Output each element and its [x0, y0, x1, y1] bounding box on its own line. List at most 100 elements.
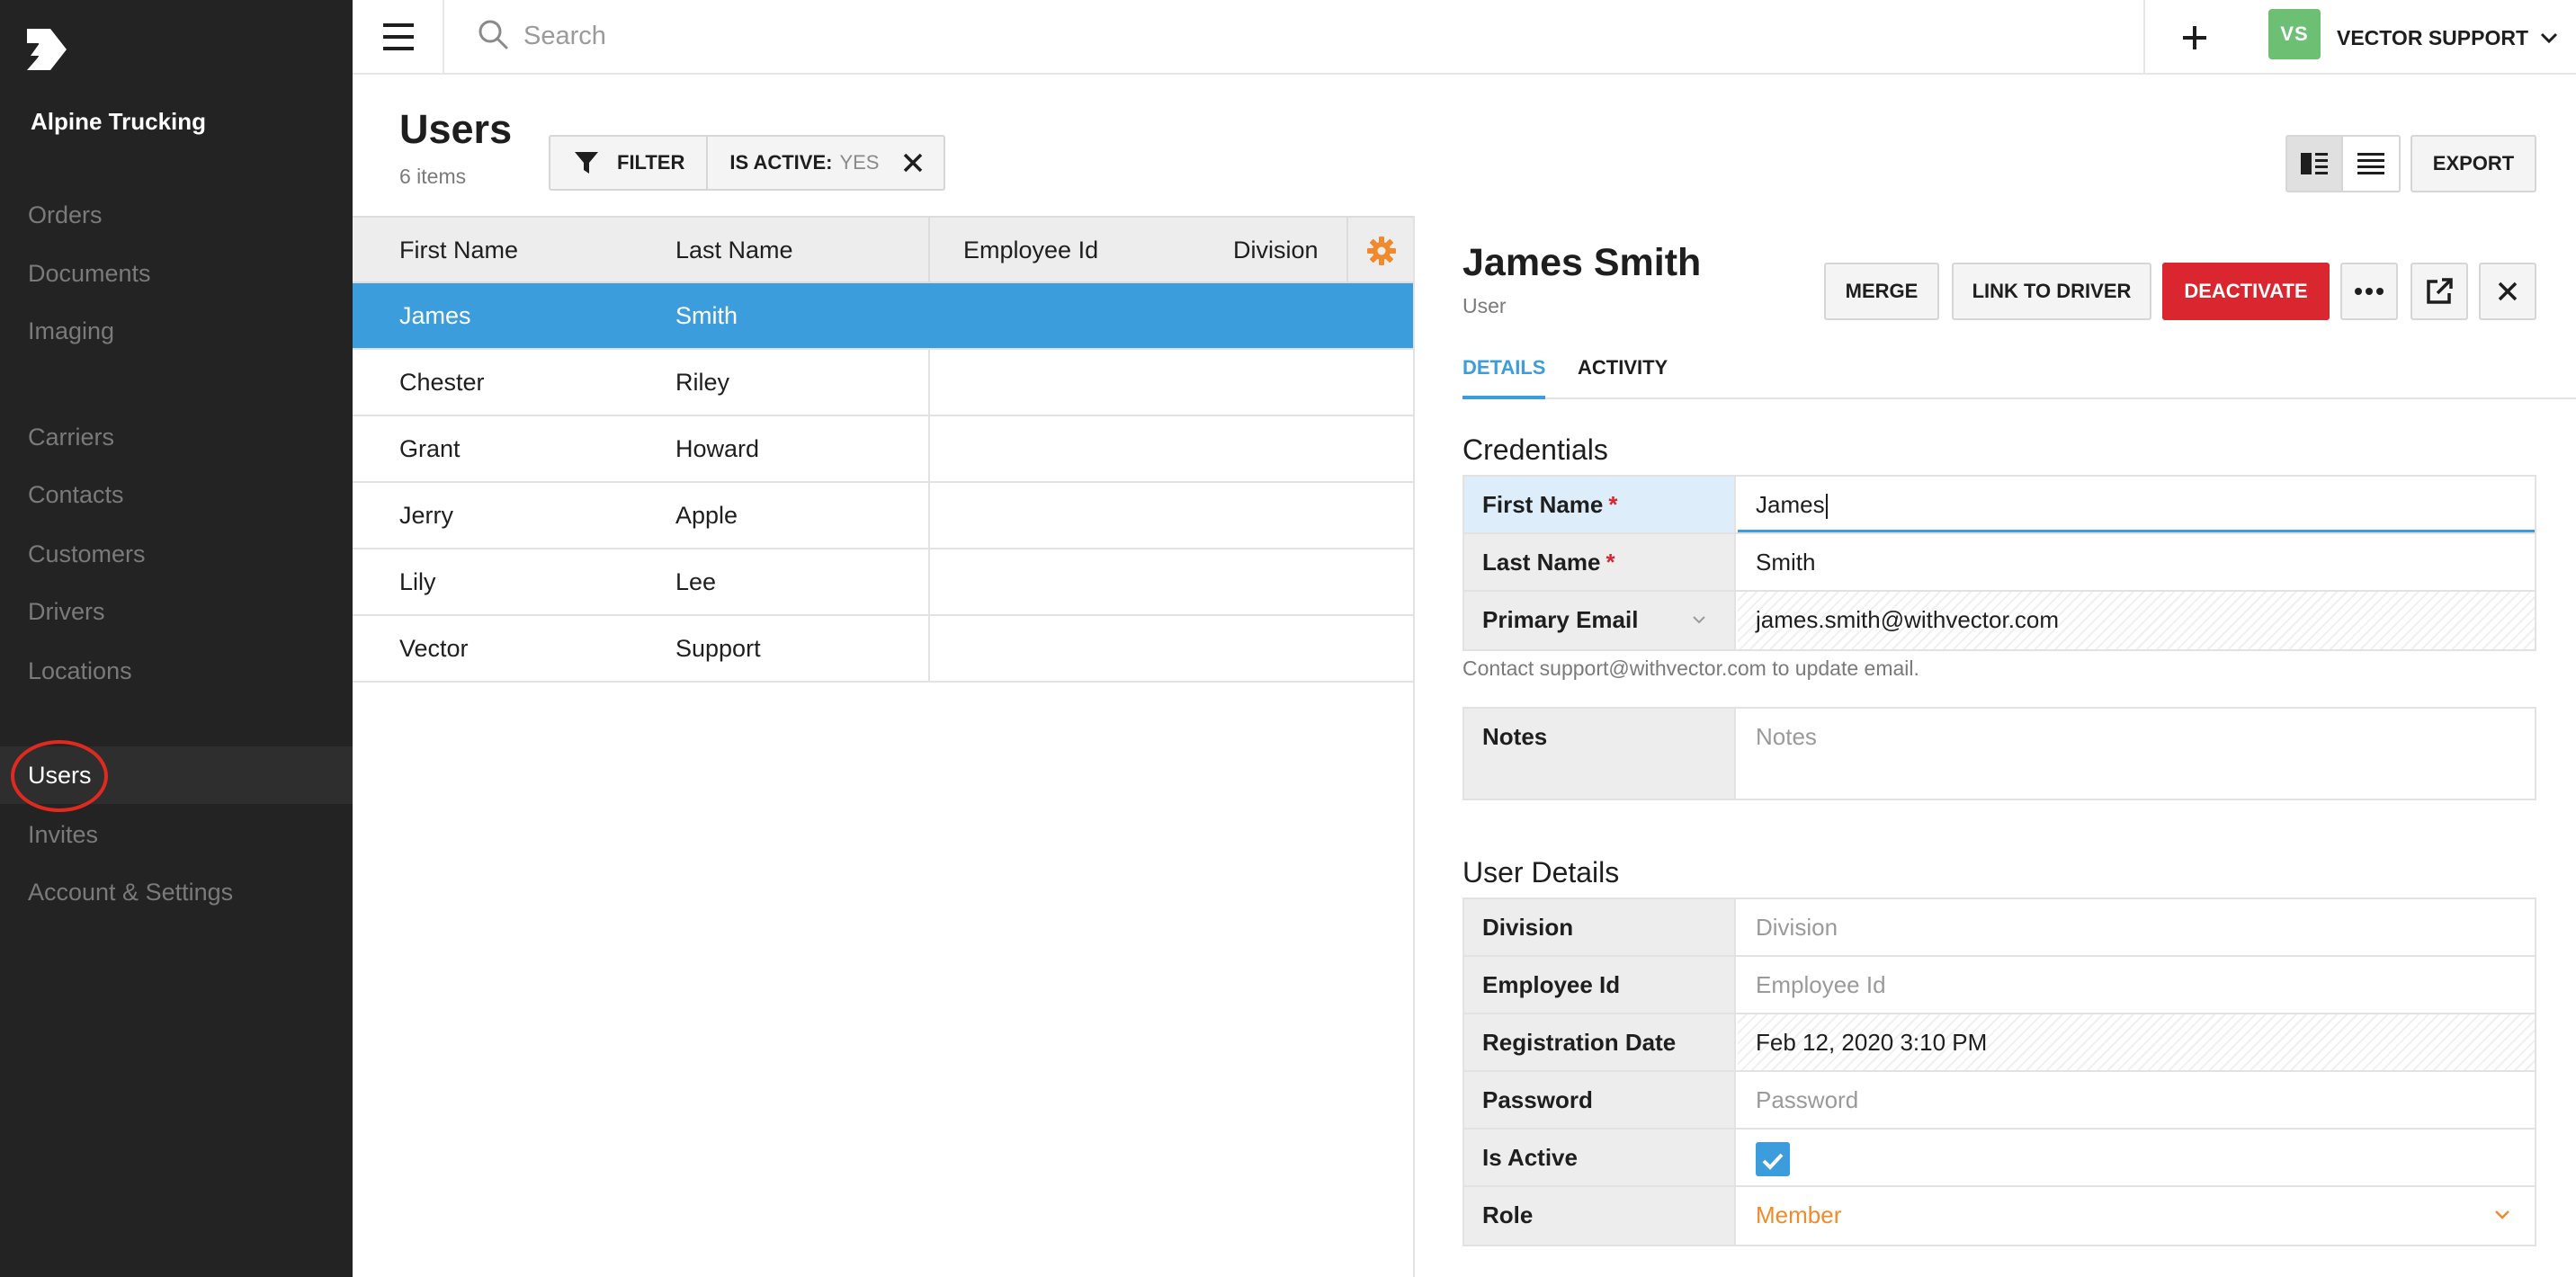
table-row[interactable]: Vector Support	[353, 616, 1414, 683]
highlight-circle	[11, 740, 108, 812]
table-row[interactable]: Chester Riley	[353, 350, 1414, 416]
view-toggle	[2285, 135, 2401, 192]
is-active-checkbox[interactable]	[1756, 1142, 1790, 1176]
sidebar-item-orders[interactable]: Orders	[0, 186, 353, 244]
tab-activity[interactable]: ACTIVITY	[1578, 356, 1668, 397]
avatar[interactable]: VS	[2268, 9, 2321, 59]
sidebar-item-locations[interactable]: Locations	[0, 642, 353, 700]
menu-button[interactable]	[353, 0, 444, 74]
filter-chip-key: IS ACTIVE:	[729, 151, 833, 174]
notes-field[interactable]: Notes	[1738, 709, 2535, 799]
chevron-down-icon	[1693, 616, 1705, 624]
first-name-field[interactable]: James	[1738, 477, 2535, 532]
cell-last-name: Howard	[675, 435, 760, 462]
table-row[interactable]: Grant Howard	[353, 416, 1414, 483]
user-details-form: Division Division Employee Id Employee I…	[1462, 897, 2536, 1246]
registration-date-field: Feb 12, 2020 3:10 PM	[1738, 1014, 2535, 1070]
primary-email-row: Primary Email james.smith@withvector.com	[1464, 592, 2535, 649]
cell-first-name: Lily	[399, 568, 436, 595]
email-helper-text: Contact support@withvector.com to update…	[1462, 656, 1919, 680]
sidebar-item-documents[interactable]: Documents	[0, 245, 353, 302]
column-header-division[interactable]: Division	[1233, 218, 1319, 283]
app-logo-icon[interactable]	[25, 27, 68, 72]
top-bar: VS VECTOR SUPPORT	[353, 0, 2576, 75]
more-button[interactable]	[2340, 263, 2398, 320]
notes-label: Notes	[1464, 709, 1736, 799]
last-name-field[interactable]: Smith	[1738, 534, 2535, 590]
last-name-row: Last Name * Smith	[1464, 534, 2535, 592]
employee-id-row: Employee Id Employee Id	[1464, 957, 2535, 1014]
deactivate-button[interactable]: DEACTIVATE	[2162, 263, 2330, 320]
filter-group: FILTER IS ACTIVE: YES	[549, 135, 946, 191]
credentials-form: First Name * James Last Name * Smith Prima…	[1462, 475, 2536, 651]
is-active-row: Is Active	[1464, 1130, 2535, 1187]
cell-first-name: James	[399, 302, 471, 329]
column-header-employee-id[interactable]: Employee Id	[963, 218, 1098, 283]
open-external-button[interactable]	[2411, 263, 2468, 320]
chevron-down-icon	[2495, 1210, 2509, 1219]
add-icon[interactable]	[2171, 14, 2218, 59]
close-icon	[2498, 281, 2518, 301]
checkmark-icon	[1762, 1153, 1784, 1170]
close-icon[interactable]	[902, 152, 924, 174]
cell-last-name: Apple	[675, 502, 738, 529]
password-label: Password	[1464, 1072, 1736, 1128]
gear-icon	[1366, 236, 1396, 265]
sidebar-item-carriers[interactable]: Carriers	[0, 408, 353, 466]
role-row: Role Member	[1464, 1187, 2535, 1245]
first-name-row: First Name * James	[1464, 477, 2535, 534]
company-name: Alpine Trucking	[31, 108, 207, 135]
division-field[interactable]: Division	[1738, 899, 2535, 955]
filter-chip[interactable]: IS ACTIVE: YES	[708, 137, 944, 189]
table-header: First Name Last Name Employee Id Divisio…	[353, 216, 1414, 283]
export-button[interactable]: EXPORT	[2411, 135, 2536, 192]
filter-button[interactable]: FILTER	[550, 137, 709, 189]
table-row[interactable]: Jerry Apple	[353, 483, 1414, 549]
employee-id-label: Employee Id	[1464, 957, 1736, 1013]
split-view-button[interactable]	[2287, 137, 2343, 191]
users-table: First Name Last Name Employee Id Divisio…	[353, 216, 1414, 683]
primary-email-field: james.smith@withvector.com	[1738, 592, 2535, 649]
cell-last-name: Smith	[675, 302, 738, 329]
detail-tabs: DETAILS ACTIVITY	[1462, 356, 2576, 399]
user-menu[interactable]: VECTOR SUPPORT	[2337, 22, 2559, 54]
is-active-cell	[1738, 1130, 2535, 1185]
sidebar-item-invites[interactable]: Invites	[0, 806, 353, 863]
search-icon	[479, 20, 508, 49]
tab-details[interactable]: DETAILS	[1462, 356, 1546, 399]
search-input[interactable]	[523, 16, 1558, 56]
sidebar-item-imaging[interactable]: Imaging	[0, 302, 353, 360]
link-to-driver-button[interactable]: LINK TO DRIVER	[1952, 263, 2151, 320]
page-title: Users	[399, 106, 513, 152]
table-row[interactable]: Lily Lee	[353, 549, 1414, 616]
merge-button[interactable]: MERGE	[1824, 263, 1939, 320]
split-view-icon	[2301, 153, 2328, 174]
close-panel-button[interactable]	[2479, 263, 2536, 320]
column-settings-button[interactable]	[1346, 218, 1414, 283]
list-view-button[interactable]	[2343, 137, 2399, 191]
sidebar-item-customers[interactable]: Customers	[0, 525, 353, 583]
role-label: Role	[1464, 1187, 1736, 1245]
column-header-first-name[interactable]: First Name	[399, 218, 518, 283]
user-name: VECTOR SUPPORT	[2337, 25, 2528, 49]
sidebar-item-contacts[interactable]: Contacts	[0, 466, 353, 523]
detail-subtitle: User	[1462, 294, 1507, 317]
cell-first-name: Vector	[399, 635, 469, 662]
topbar-divider	[2143, 0, 2145, 74]
sidebar-item-account-settings[interactable]: Account & Settings	[0, 863, 353, 921]
is-active-label: Is Active	[1464, 1130, 1736, 1185]
notes-form: Notes Notes	[1462, 707, 2536, 800]
password-field[interactable]: Password	[1738, 1072, 2535, 1128]
sidebar: Alpine Trucking Orders Documents Imaging…	[0, 0, 353, 1277]
primary-email-label[interactable]: Primary Email	[1464, 592, 1736, 649]
role-select[interactable]: Member	[1738, 1187, 2535, 1245]
column-header-last-name[interactable]: Last Name	[675, 218, 793, 283]
sidebar-item-drivers[interactable]: Drivers	[0, 583, 353, 640]
external-link-icon	[2427, 278, 2453, 304]
table-row[interactable]: James Smith	[353, 283, 1414, 350]
required-mark: *	[1606, 549, 1615, 576]
division-row: Division Division	[1464, 899, 2535, 957]
employee-id-field[interactable]: Employee Id	[1738, 957, 2535, 1013]
cell-first-name: Grant	[399, 435, 461, 462]
panel-divider	[1413, 216, 1415, 1277]
